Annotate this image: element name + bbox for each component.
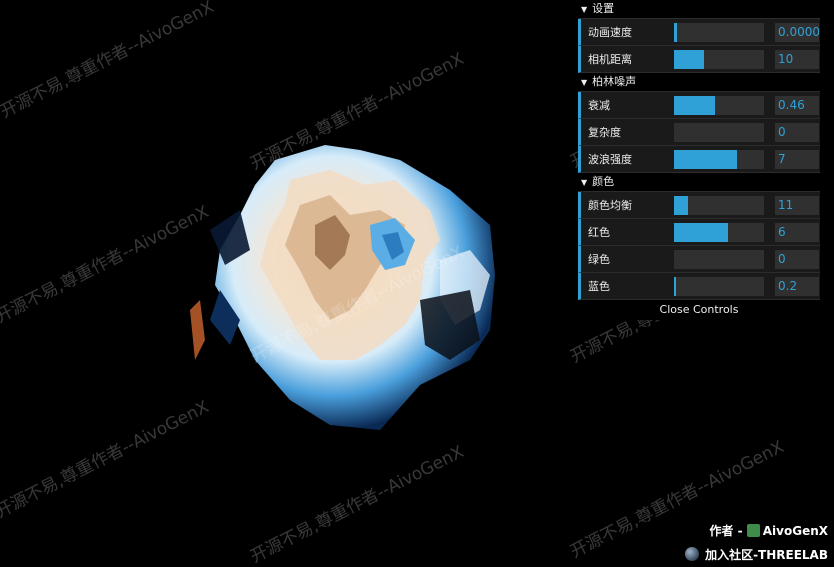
number-input[interactable]: 11: [775, 196, 819, 215]
control-label: 动画速度: [588, 26, 632, 39]
folder-settings-title[interactable]: ▼ 设置: [578, 0, 820, 19]
slider-animation-speed[interactable]: [674, 23, 764, 42]
control-row: 蓝色 0.2: [578, 273, 820, 300]
author-prefix: 作者 -: [709, 524, 743, 538]
slider-fill: [674, 196, 689, 215]
control-row: 绿色 0: [578, 246, 820, 273]
caret-down-icon: ▼: [581, 5, 588, 14]
slider-fill: [674, 50, 704, 69]
slider-decay[interactable]: [674, 96, 764, 115]
slider-blue[interactable]: [674, 277, 764, 296]
control-label: 衰减: [588, 99, 610, 112]
slider-fill: [674, 96, 716, 115]
slider-complexity[interactable]: [674, 123, 764, 142]
author-name: AivoGenX: [762, 524, 828, 538]
slider-fill: [674, 277, 676, 296]
number-input[interactable]: 0.0000: [775, 23, 819, 42]
folder-perlin-title[interactable]: ▼ 柏林噪声: [578, 73, 820, 92]
control-row: 动画速度 0.0000: [578, 19, 820, 46]
control-row: 波浪强度 7: [578, 146, 820, 173]
number-input[interactable]: 0.46: [775, 96, 819, 115]
community-label: 加入社区-THREELAB: [705, 548, 828, 562]
folder-title-label: 设置: [592, 2, 615, 15]
number-input[interactable]: 0.2: [775, 277, 819, 296]
control-row: 复杂度 0: [578, 119, 820, 146]
folder-color-title[interactable]: ▼ 颜色: [578, 173, 820, 192]
slider-color-balance[interactable]: [674, 196, 764, 215]
control-label: 红色: [588, 226, 610, 239]
control-row: 衰减 0.46: [578, 92, 820, 119]
community-link[interactable]: 加入社区-THREELAB: [685, 546, 828, 563]
slider-green[interactable]: [674, 250, 764, 269]
author-credit: 作者 - AivoGenX: [709, 522, 828, 539]
noise-sphere: [190, 145, 500, 455]
slider-red[interactable]: [674, 223, 764, 242]
control-label: 波浪强度: [588, 153, 632, 166]
controls-panel: ▼ 设置 动画速度 0.0000 相机距离 10 ▼ 柏林噪声 衰减 0.46 复杂…: [578, 0, 820, 320]
slider-wave-strength[interactable]: [674, 150, 764, 169]
close-controls-button[interactable]: Close Controls: [578, 300, 820, 320]
control-label: 绿色: [588, 253, 610, 266]
number-input[interactable]: 6: [775, 223, 819, 242]
number-input[interactable]: 0: [775, 123, 819, 142]
author-logo-icon: [746, 524, 760, 537]
folder-title-label: 柏林噪声: [592, 75, 637, 88]
control-row: 颜色均衡 11: [578, 192, 820, 219]
control-label: 蓝色: [588, 280, 610, 293]
number-input[interactable]: 0: [775, 250, 819, 269]
caret-down-icon: ▼: [581, 78, 588, 87]
folder-title-label: 颜色: [592, 175, 615, 188]
slider-fill: [674, 23, 677, 42]
number-input[interactable]: 10: [775, 50, 819, 69]
globe-icon: [685, 547, 700, 561]
control-label: 颜色均衡: [588, 199, 632, 212]
control-row: 相机距离 10: [578, 46, 820, 73]
number-input[interactable]: 7: [775, 150, 819, 169]
caret-down-icon: ▼: [581, 178, 588, 187]
control-label: 相机距离: [588, 53, 632, 66]
slider-camera-distance[interactable]: [674, 50, 764, 69]
slider-fill: [674, 150, 737, 169]
control-label: 复杂度: [588, 126, 621, 139]
control-row: 红色 6: [578, 219, 820, 246]
slider-fill: [674, 223, 728, 242]
